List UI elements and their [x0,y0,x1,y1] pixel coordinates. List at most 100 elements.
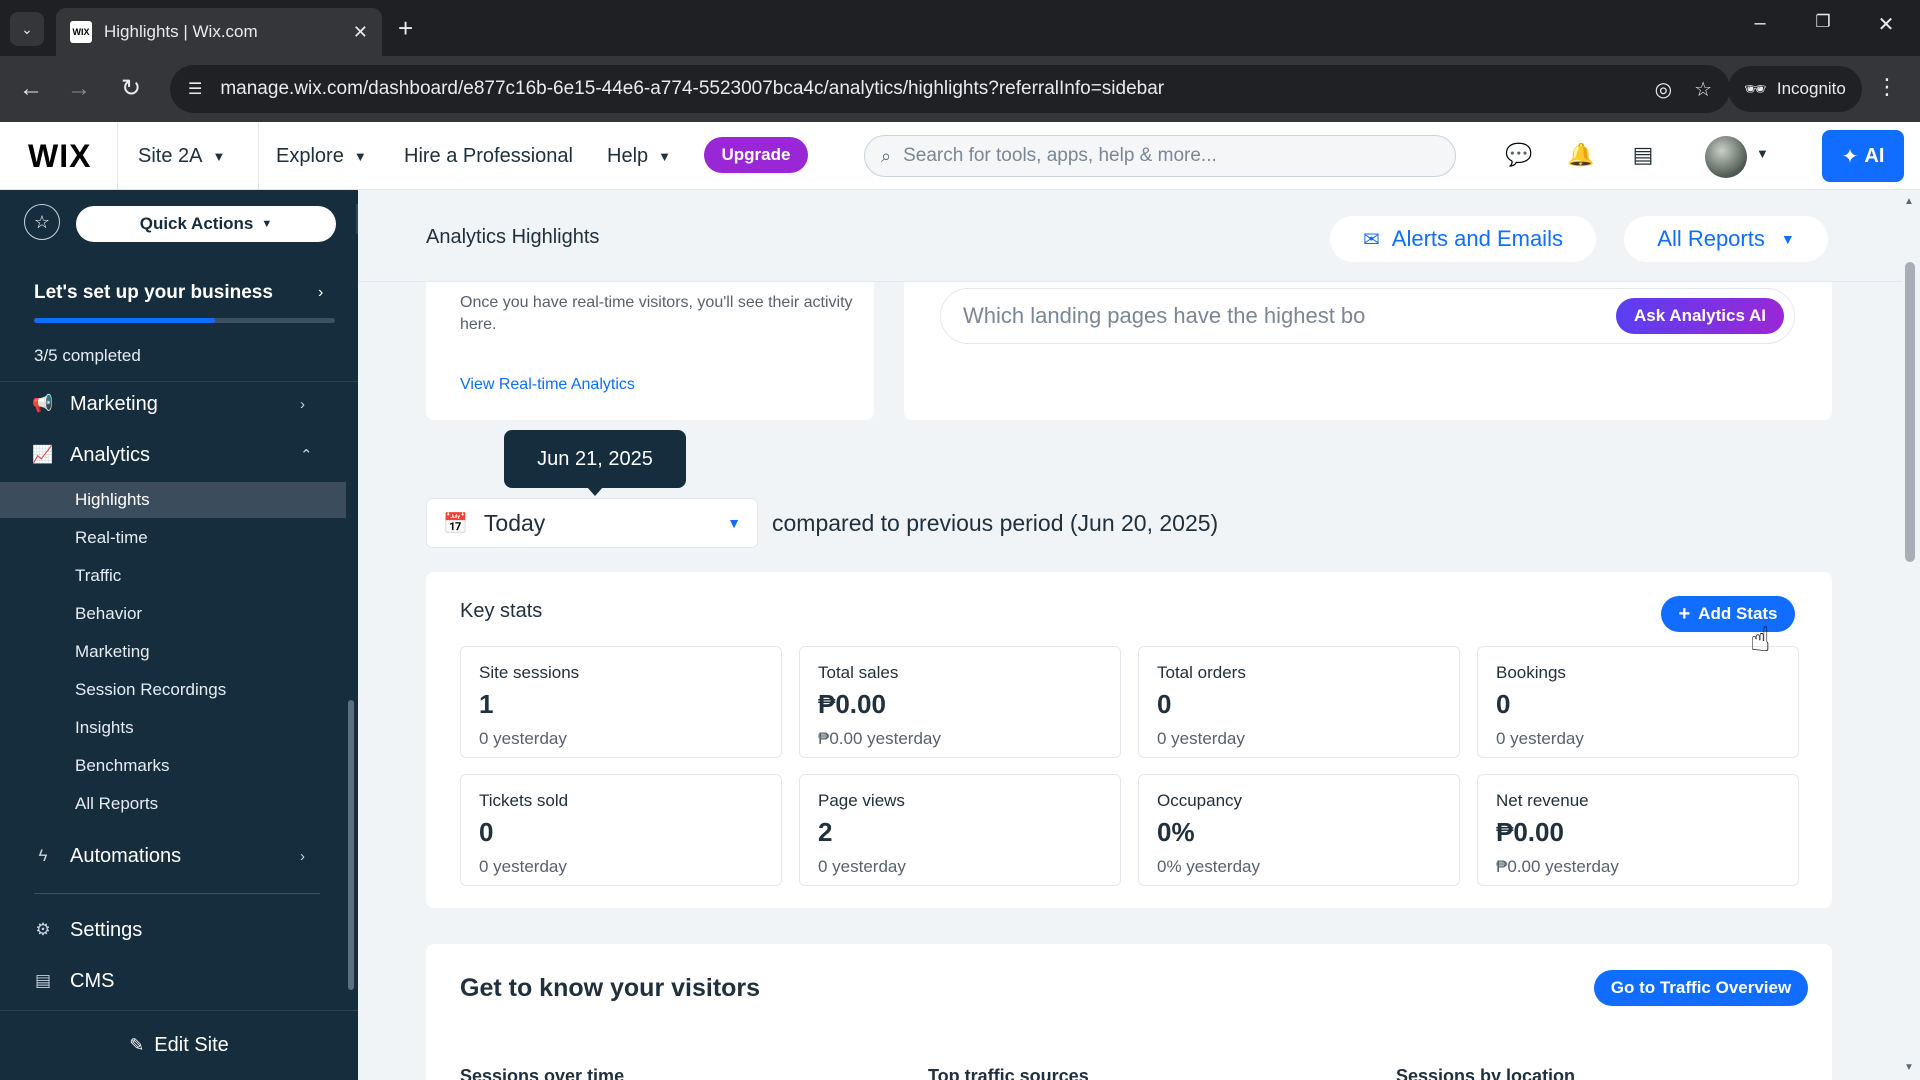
realtime-card: Once you have real-time visitors, you'll… [426,280,874,420]
ai-query-field[interactable]: Ask Analytics AI [940,288,1795,344]
sidebar-item-automations[interactable]: ϟ Automations › [0,836,358,876]
address-bar[interactable]: ☰ manage.wix.com/dashboard/e877c16b-6e15… [170,65,1730,113]
setup-progress-card[interactable]: Let's set up your business › 3/5 complet… [0,254,358,382]
sidebar-item-label: Automations [70,844,182,867]
newsfeed-icon[interactable]: ▤ [1628,142,1658,168]
site-selector[interactable]: Site 2A ▼ [138,122,225,190]
stat-previous: ₱0.00 yesterday [1496,857,1619,876]
sidebar-item-settings[interactable]: ⚙ Settings [0,910,358,950]
stat-label: Page views [818,791,905,810]
back-icon[interactable]: ← [16,74,46,104]
sidebar-item-analytics[interactable]: 📈 Analytics ⌃ [0,435,358,475]
tab-search-icon[interactable]: ⌄ [10,12,44,46]
upgrade-button[interactable]: Upgrade [704,137,808,173]
help-menu[interactable]: Help ▼ [607,122,671,190]
all-reports-dropdown[interactable]: All Reports ▼ [1624,216,1828,262]
bookmark-star-icon[interactable]: ☆ [1694,77,1712,102]
visitors-title: Get to know your visitors [460,974,761,1002]
star-icon[interactable]: ☆ [24,204,60,240]
restore-icon[interactable]: ❐ [1803,12,1843,32]
new-tab-icon[interactable]: + [398,14,413,42]
sidebar-subitem-real-time[interactable]: Real-time [0,520,346,556]
tab-title: Highlights | Wix.com [104,22,258,41]
stat-value: 0 [1157,689,1172,719]
window-close-icon[interactable]: ✕ [1866,12,1906,37]
stat-label: Tickets sold [479,791,569,810]
search-bar[interactable]: ⌕ [864,135,1456,177]
hire-label: Hire a Professional [404,144,573,167]
stat-card-tickets-sold[interactable]: Tickets sold 0 0 yesterday [460,774,782,886]
sidebar-subitem-highlights[interactable]: Highlights [0,482,346,518]
analytics-ai-card: Ask Analytics AI [904,280,1832,420]
stat-card-occupancy[interactable]: Occupancy 0% 0% yesterday [1138,774,1460,886]
comparison-text: compared to previous period (Jun 20, 202… [772,510,1219,536]
wix-logo[interactable]: WIX [28,138,91,175]
stat-value: 1 [479,689,494,719]
url-text[interactable]: manage.wix.com/dashboard/e877c16b-6e15-4… [220,78,1632,100]
quick-actions-label: Quick Actions [139,214,254,233]
ai-query-input[interactable] [963,303,1617,329]
alerts-emails-button[interactable]: ✉ Alerts and Emails [1330,216,1596,262]
stat-card-total-sales[interactable]: Total sales ₱0.00 ₱0.00 yesterday [799,646,1121,758]
traffic-overview-button[interactable]: Go to Traffic Overview [1594,970,1808,1006]
view-realtime-link[interactable]: View Real-time Analytics [460,376,635,394]
sidebar-subitem-all-reports[interactable]: All Reports [0,786,346,822]
edit-site-button[interactable]: ✎ Edit Site [0,1010,358,1080]
chevron-down-icon: ▼ [353,148,367,164]
site-info-icon[interactable]: ☰ [188,79,202,99]
explore-menu[interactable]: Explore ▼ [276,122,367,190]
scroll-up-icon[interactable]: ▲ [1904,196,1914,207]
progress-fill [34,318,215,323]
eye-off-icon[interactable]: ◎ [1655,77,1672,102]
sidebar-item-marketing[interactable]: 📢 Marketing › [0,384,358,424]
sidebar-subitem-insights[interactable]: Insights [0,710,346,746]
stat-card-bookings[interactable]: Bookings 0 0 yesterday [1477,646,1799,758]
minimize-icon[interactable]: – [1740,12,1780,35]
sidebar-subitem-benchmarks[interactable]: Benchmarks [0,748,346,784]
hand-cursor-icon: ☝ [1750,621,1771,659]
chevron-down-icon[interactable]: ▼ [1756,146,1769,161]
divider [258,122,259,190]
date-range-picker[interactable]: 📅 Today ▼ [426,498,758,548]
chat-icon[interactable]: 💬 [1504,142,1534,168]
main-scrollbar-thumb[interactable] [1905,262,1915,562]
stat-card-site-sessions[interactable]: Site sessions 1 0 yesterday [460,646,782,758]
add-stats-button[interactable]: + Add Stats [1661,596,1795,632]
stat-value: ₱0.00 [1496,817,1564,847]
incognito-badge[interactable]: 🕶 Incognito [1728,66,1862,112]
page-header: Analytics Highlights ✉ Alerts and Emails… [358,190,1904,282]
browser-menu-icon[interactable]: ⋮ [1876,74,1898,100]
database-icon: ▤ [34,971,52,990]
stat-card-net-revenue[interactable]: Net revenue ₱0.00 ₱0.00 yesterday [1477,774,1799,886]
pencil-icon: ✎ [129,1035,145,1055]
avatar[interactable] [1705,136,1747,178]
browser-toolbar: ← → ↻ ☰ manage.wix.com/dashboard/e877c16… [0,56,1920,122]
scroll-down-icon[interactable]: ▼ [1904,1062,1914,1073]
search-input[interactable] [903,145,1439,167]
hire-professional-link[interactable]: Hire a Professional [404,122,573,190]
stat-previous: 0 yesterday [1496,729,1584,748]
close-tab-icon[interactable]: ✕ [353,22,368,43]
ask-analytics-ai-button[interactable]: Ask Analytics AI [1616,298,1784,334]
sidebar-subitem-traffic[interactable]: Traffic [0,558,346,594]
megaphone-icon: 📢 [32,394,54,413]
notifications-bell-icon[interactable]: 🔔 [1566,142,1596,168]
stat-card-total-orders[interactable]: Total orders 0 0 yesterday [1138,646,1460,758]
browser-tab[interactable]: WIX Highlights | Wix.com ✕ [56,8,382,56]
chevron-down-icon: ▼ [658,148,672,164]
sidebar-scrollbar[interactable] [348,700,354,990]
line-chart-icon: 📈 [32,445,54,464]
sidebar-subitem-session-recordings[interactable]: Session Recordings [0,672,346,708]
reload-icon[interactable]: ↻ [116,74,146,104]
sidebar-subitem-marketing[interactable]: Marketing [0,634,346,670]
chevron-up-icon: ⌃ [300,447,313,464]
sidebar-item-cms[interactable]: ▤ CMS [0,961,358,1001]
chevron-down-icon: ▼ [261,218,273,230]
stat-previous: 0 yesterday [1157,729,1245,748]
stat-card-page-views[interactable]: Page views 2 0 yesterday [799,774,1121,886]
quick-actions-button[interactable]: Quick Actions ▼ [76,206,336,242]
forward-icon[interactable]: → [64,74,94,104]
ai-assistant-button[interactable]: ✦ AI [1822,130,1904,182]
stat-label: Bookings [1496,663,1566,682]
sidebar-subitem-behavior[interactable]: Behavior [0,596,346,632]
